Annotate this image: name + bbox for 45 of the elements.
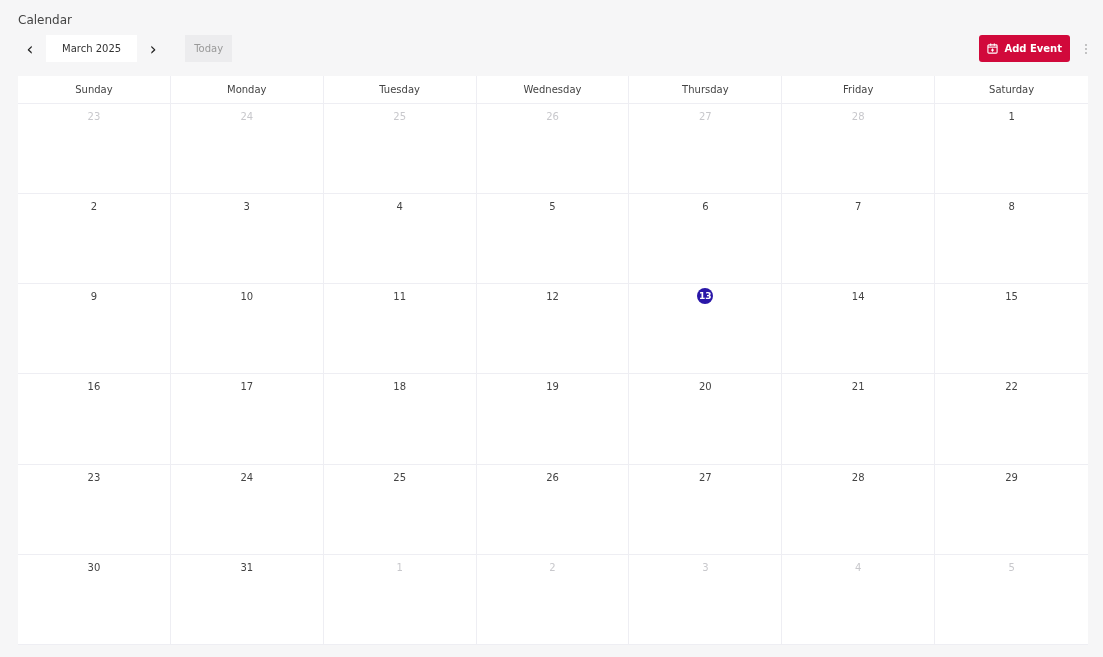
day-number[interactable]: 21 (851, 380, 865, 395)
day-number[interactable]: 23 (87, 470, 101, 485)
day-number[interactable]: 29 (1005, 470, 1018, 485)
previous-month-button[interactable]: ‹ (18, 38, 42, 59)
day-number[interactable]: 10 (240, 290, 254, 305)
day-number[interactable]: 22 (1005, 380, 1018, 395)
day-number[interactable]: 27 (699, 470, 712, 485)
day-number[interactable]: 5 (549, 200, 556, 215)
day-number[interactable]: 7 (855, 200, 862, 215)
month-label: March 2025 (46, 35, 138, 62)
next-month-button[interactable]: › (141, 38, 166, 59)
today-date-marker[interactable]: 13 (697, 288, 714, 305)
day-number[interactable]: 26 (546, 470, 559, 485)
day-number[interactable]: 11 (393, 290, 406, 305)
add-event-button[interactable]: Add Event (979, 35, 1070, 62)
weekday-header: Thursday (629, 76, 783, 104)
day-number[interactable]: 6 (702, 200, 709, 215)
day-number[interactable]: 19 (546, 380, 559, 395)
more-options-icon[interactable] (1084, 42, 1088, 55)
day-number[interactable]: 31 (240, 560, 254, 575)
day-number[interactable]: 24 (240, 470, 254, 485)
day-number[interactable]: 18 (393, 380, 406, 395)
day-number[interactable]: 1 (1008, 110, 1015, 124)
day-number[interactable]: 28 (851, 470, 865, 485)
day-number[interactable]: 15 (1005, 290, 1018, 305)
weekday-header: Monday (170, 76, 324, 104)
page-title: Calendar (18, 13, 73, 27)
day-number[interactable]: 2 (90, 200, 98, 215)
calendar-plus-icon (987, 43, 999, 54)
weekday-header: Tuesday (323, 76, 477, 104)
day-number[interactable]: 9 (90, 290, 98, 305)
day-number[interactable]: 14 (851, 290, 865, 305)
day-number[interactable]: 17 (240, 380, 254, 395)
weekday-header: Friday (782, 76, 936, 104)
weekday-header: Sunday (18, 76, 171, 104)
weekday-header: Wednesday (476, 76, 630, 104)
day-number[interactable]: 20 (699, 380, 712, 395)
weekday-header: Saturday (935, 76, 1088, 104)
day-number[interactable]: 30 (87, 560, 101, 575)
day-number[interactable]: 16 (87, 380, 101, 395)
day-number[interactable]: 12 (546, 290, 559, 305)
day-number[interactable]: 4 (396, 200, 403, 215)
day-number[interactable]: 8 (1008, 200, 1015, 215)
day-number[interactable]: 25 (393, 470, 406, 485)
day-number[interactable]: 3 (243, 200, 250, 215)
